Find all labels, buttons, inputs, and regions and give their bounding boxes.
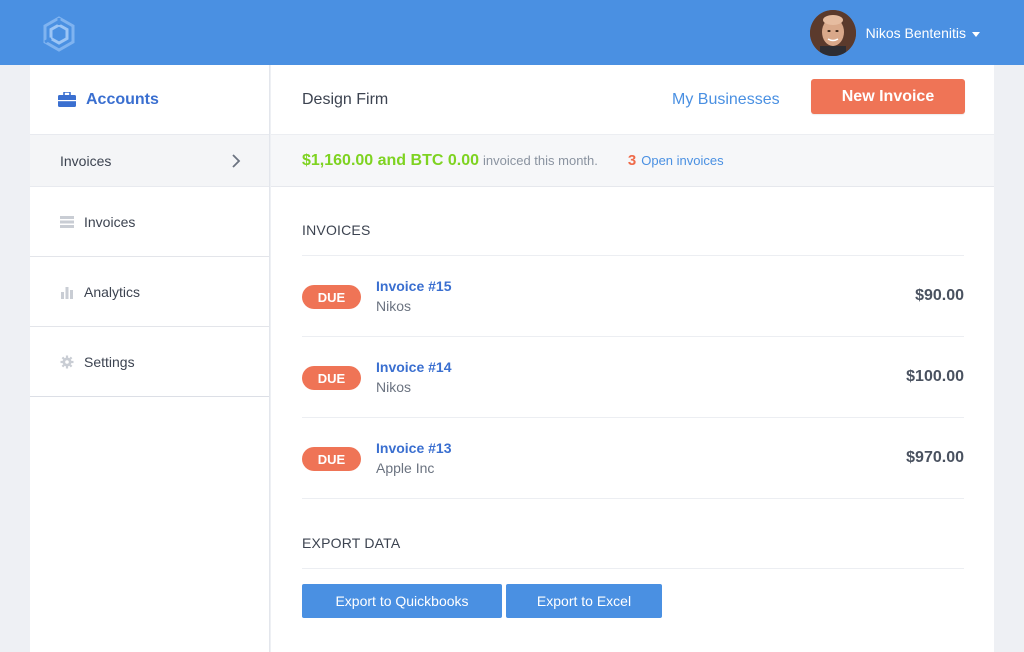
- sidebar-accounts-header[interactable]: Accounts: [30, 65, 269, 135]
- bar-chart-icon: [61, 286, 73, 299]
- sidebar-item-label: Settings: [84, 353, 135, 370]
- gear-icon: [60, 355, 74, 368]
- export-section-title: EXPORT DATA: [302, 535, 401, 551]
- my-businesses-link[interactable]: My Businesses: [672, 91, 780, 109]
- invoices-section-title: INVOICES: [302, 222, 371, 238]
- sidebar-item-invoices-active[interactable]: Invoices: [30, 135, 269, 187]
- invoice-link[interactable]: Invoice #13: [376, 440, 906, 456]
- sidebar-item-invoices[interactable]: Invoices: [30, 187, 269, 257]
- open-invoices-count: 3: [627, 152, 637, 169]
- app-logo-icon[interactable]: [42, 16, 76, 52]
- invoice-row[interactable]: DUE Invoice #13 Apple Inc $970.00: [302, 418, 964, 499]
- new-invoice-button[interactable]: New Invoice: [811, 79, 965, 114]
- chevron-right-icon: [232, 153, 241, 168]
- invoice-amount: $90.00: [915, 287, 964, 304]
- invoice-link[interactable]: Invoice #15: [376, 278, 915, 294]
- sidebar-section-label: Accounts: [86, 90, 159, 108]
- sidebar-item-label: Invoices: [84, 213, 136, 230]
- invoiced-amount-suffix: invoiced this month.: [482, 153, 598, 168]
- invoiced-amount: $1,160.00 and BTC 0.00: [302, 151, 479, 169]
- sidebar-item-analytics[interactable]: Analytics: [30, 257, 269, 327]
- avatar[interactable]: [809, 10, 856, 56]
- invoice-link[interactable]: Invoice #14: [376, 359, 906, 375]
- sidebar: Accounts Invoices Invoices Analytics Set…: [30, 65, 270, 652]
- export-quickbooks-button[interactable]: Export to Quickbooks: [302, 584, 502, 618]
- top-bar: Nikos Bentenitis: [0, 0, 1024, 65]
- invoice-row[interactable]: DUE Invoice #15 Nikos $90.00: [302, 256, 964, 337]
- sidebar-active-label: Invoices: [60, 152, 112, 169]
- status-badge: DUE: [302, 366, 361, 390]
- chevron-down-icon[interactable]: [972, 31, 980, 37]
- invoice-amount: $970.00: [906, 449, 964, 466]
- invoice-row[interactable]: DUE Invoice #14 Nikos $100.00: [302, 337, 964, 418]
- summary-bar: $1,160.00 and BTC 0.00 invoiced this mon…: [271, 135, 994, 187]
- list-icon: [60, 215, 74, 228]
- main-header: Design Firm My Businesses New Invoice: [271, 65, 994, 135]
- sidebar-item-label: Analytics: [84, 283, 141, 300]
- invoice-client: Apple Inc: [376, 460, 435, 476]
- export-buttons: Export to Quickbooks Export to Excel: [302, 584, 964, 618]
- invoice-amount: $100.00: [906, 368, 964, 385]
- export-excel-button[interactable]: Export to Excel: [506, 584, 662, 618]
- open-invoices-link[interactable]: Open invoices: [641, 153, 723, 168]
- status-badge: DUE: [302, 447, 361, 471]
- sidebar-item-settings[interactable]: Settings: [30, 327, 269, 397]
- main-panel: Design Firm My Businesses New Invoice $1…: [271, 65, 994, 652]
- invoices-section: INVOICES DUE Invoice #15 Nikos $90.00 DU…: [271, 187, 994, 618]
- page-title: Design Firm: [302, 90, 389, 108]
- status-badge: DUE: [302, 285, 361, 309]
- user-menu[interactable]: Nikos Bentenitis: [809, 10, 980, 56]
- briefcase-icon: [58, 92, 76, 107]
- invoice-client: Nikos: [376, 379, 412, 395]
- invoice-client: Nikos: [376, 298, 412, 314]
- user-name[interactable]: Nikos Bentenitis: [866, 25, 966, 41]
